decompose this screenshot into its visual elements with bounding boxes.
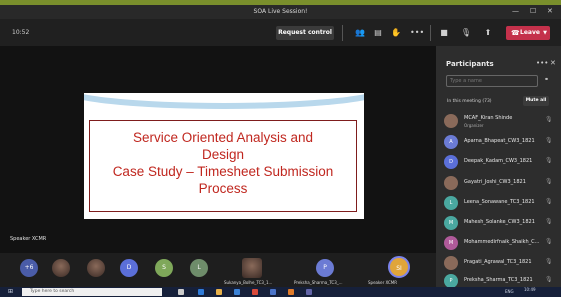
mic-off-icon: 🎙 <box>545 198 553 205</box>
teams-icon[interactable] <box>306 289 312 295</box>
avatar: P <box>444 274 458 288</box>
participant-row[interactable]: MCAF_Kiran Shinde Organizer 🎙 <box>436 112 561 132</box>
chevron-down-icon[interactable]: ▼ <box>543 26 547 40</box>
toolbar-divider <box>342 25 343 41</box>
speaker-avatar[interactable]: SI <box>388 256 410 278</box>
app-icon[interactable] <box>252 289 258 295</box>
slide-title-box: Service Oriented Analysis and Design Cas… <box>89 120 357 212</box>
participant-name: Aparna_Bhapeat_CW3_1821 <box>464 138 535 144</box>
mic-off-icon: 🎙 <box>545 178 553 185</box>
chrome-icon[interactable] <box>288 289 294 295</box>
mute-all-button[interactable]: Mute all <box>523 96 549 106</box>
mic-off-icon: 🎙 <box>545 137 553 144</box>
participant-name: Gayatri_Joshi_CW3_1821 <box>464 179 526 185</box>
request-control-button[interactable]: Request control <box>276 26 334 40</box>
speaker-label: Speaker XCMR <box>10 236 47 242</box>
title-bar: SOA Live Session! — ☐ ✕ <box>0 5 561 19</box>
participant-name: Deepak_Kadam_CW3_1821 <box>464 158 533 164</box>
participant-video-tile[interactable] <box>242 258 262 278</box>
call-timer: 10:52 <box>12 29 30 36</box>
leave-label: Leave <box>520 29 540 36</box>
participant-row[interactable]: A Aparna_Bhapeat_CW3_1821 🎙 <box>436 133 561 153</box>
minimize-icon[interactable]: — <box>512 7 519 15</box>
windows-start-icon[interactable]: ⊞ <box>8 288 13 295</box>
participant-avatar[interactable]: P <box>316 259 334 277</box>
phone-icon: ☎ <box>511 29 520 37</box>
participant-tile-name: Prekshа_Sharma_TC3_... <box>294 280 343 285</box>
participant-name: Mohammedirfnaik_Shaikh_C... <box>464 239 540 245</box>
windows-taskbar: ⊞ Type here to search ENG 10:49 <box>0 287 561 297</box>
participant-name: Mahesh_Solanke_CW3_1821 <box>464 219 535 225</box>
participant-avatar[interactable] <box>87 259 105 277</box>
slide-title-line: Service Oriented Analysis and <box>132 130 314 145</box>
mic-off-icon: 🎙 <box>545 116 553 123</box>
share-icon[interactable]: ⬆ <box>482 27 494 39</box>
camera-icon[interactable]: ■ <box>438 27 450 39</box>
presentation-slide: Service Oriented Analysis and Design Cas… <box>84 93 364 219</box>
more-icon[interactable]: ••• <box>536 59 548 67</box>
participant-name: Preksha_Sharma_TC3_1821 <box>464 277 533 283</box>
participant-avatar[interactable]: L <box>190 259 208 277</box>
participant-row[interactable]: L Leena_Sonawane_TC3_1821 🎙 <box>436 194 561 214</box>
store-icon[interactable] <box>234 289 240 295</box>
participant-avatar[interactable]: S <box>155 259 173 277</box>
avatar <box>444 256 458 270</box>
window-title: SOA Live Session! <box>253 8 308 15</box>
language-indicator[interactable]: ENG <box>505 289 514 294</box>
overflow-count-avatar[interactable]: +6 <box>20 259 38 277</box>
participant-tile-name: Sukanya_Bolhe_TC3_1... <box>224 280 273 285</box>
participant-name: Pragati_Agrawal_TC3_1821 <box>464 259 532 265</box>
mic-off-icon: 🎙 <box>545 218 553 225</box>
avatar: A <box>444 135 458 149</box>
slide-title-line: Design <box>201 147 245 162</box>
app-icon[interactable] <box>270 289 276 295</box>
mic-off-icon: 🎙 <box>545 276 553 283</box>
avatar: D <box>444 155 458 169</box>
meeting-toolbar: 10:52 Request control 👥 ▤ ✋ ••• ■ 🎙 ⬆ ☎ … <box>0 19 561 46</box>
participant-search-input[interactable] <box>446 75 538 87</box>
participant-avatar[interactable] <box>52 259 70 277</box>
edge-icon[interactable] <box>198 289 204 295</box>
participant-row[interactable]: M Mohammedirfnaik_Shaikh_C... 🎙 <box>436 234 561 254</box>
share-invite-icon[interactable]: ⚭ <box>544 76 549 83</box>
slide-title-line: Case Study – Timesheet Submission <box>112 164 334 179</box>
chat-icon[interactable]: ▤ <box>372 27 384 39</box>
mic-off-icon: 🎙 <box>545 157 553 164</box>
participant-row[interactable]: Gayatri_Joshi_CW3_1821 🎙 <box>436 174 561 194</box>
avatar <box>444 114 458 128</box>
close-panel-icon[interactable]: ✕ <box>550 59 556 67</box>
avatar <box>444 176 458 190</box>
leave-button[interactable]: ☎ Leave ▼ <box>506 26 550 40</box>
panel-title: Participants <box>446 60 494 68</box>
taskbar-search-input[interactable]: Type here to search <box>22 288 162 296</box>
close-icon[interactable]: ✕ <box>547 7 553 15</box>
shared-screen-stage: Service Oriented Analysis and Design Cas… <box>0 46 436 253</box>
participant-row[interactable]: M Mahesh_Solanke_CW3_1821 🎙 <box>436 214 561 234</box>
people-icon[interactable]: 👥 <box>354 27 366 39</box>
mic-off-icon: 🎙 <box>545 258 553 265</box>
avatar: M <box>444 216 458 230</box>
avatar: L <box>444 196 458 210</box>
participant-row[interactable]: D Deepak_Kadam_CW3_1821 🎙 <box>436 153 561 173</box>
maximize-icon[interactable]: ☐ <box>530 7 536 15</box>
participant-role: Organizer <box>464 123 484 128</box>
participant-tile-name: Speaker XCMR <box>368 280 398 285</box>
participant-avatar[interactable]: D <box>120 259 138 277</box>
slide-title-line: Process <box>198 181 248 196</box>
in-meeting-count: In this meeting (73) <box>447 99 492 104</box>
participant-name: MCAF_Kiran Shinde <box>464 115 513 121</box>
file-explorer-icon[interactable] <box>216 289 222 295</box>
clock[interactable]: 10:49 <box>524 287 536 292</box>
mic-icon[interactable]: 🎙 <box>460 27 472 39</box>
more-icon[interactable]: ••• <box>410 27 424 39</box>
raise-hand-icon[interactable]: ✋ <box>390 27 402 39</box>
task-view-icon[interactable] <box>178 289 184 295</box>
mic-off-icon: 🎙 <box>545 238 553 245</box>
toolbar-divider <box>430 25 431 41</box>
participants-panel: Participants ••• ✕ ⚭ In this meeting (73… <box>436 46 561 288</box>
participant-name: Leena_Sonawane_TC3_1821 <box>464 199 535 205</box>
avatar: M <box>444 236 458 250</box>
participant-row[interactable]: Pragati_Agrawal_TC3_1821 🎙 <box>436 254 561 274</box>
